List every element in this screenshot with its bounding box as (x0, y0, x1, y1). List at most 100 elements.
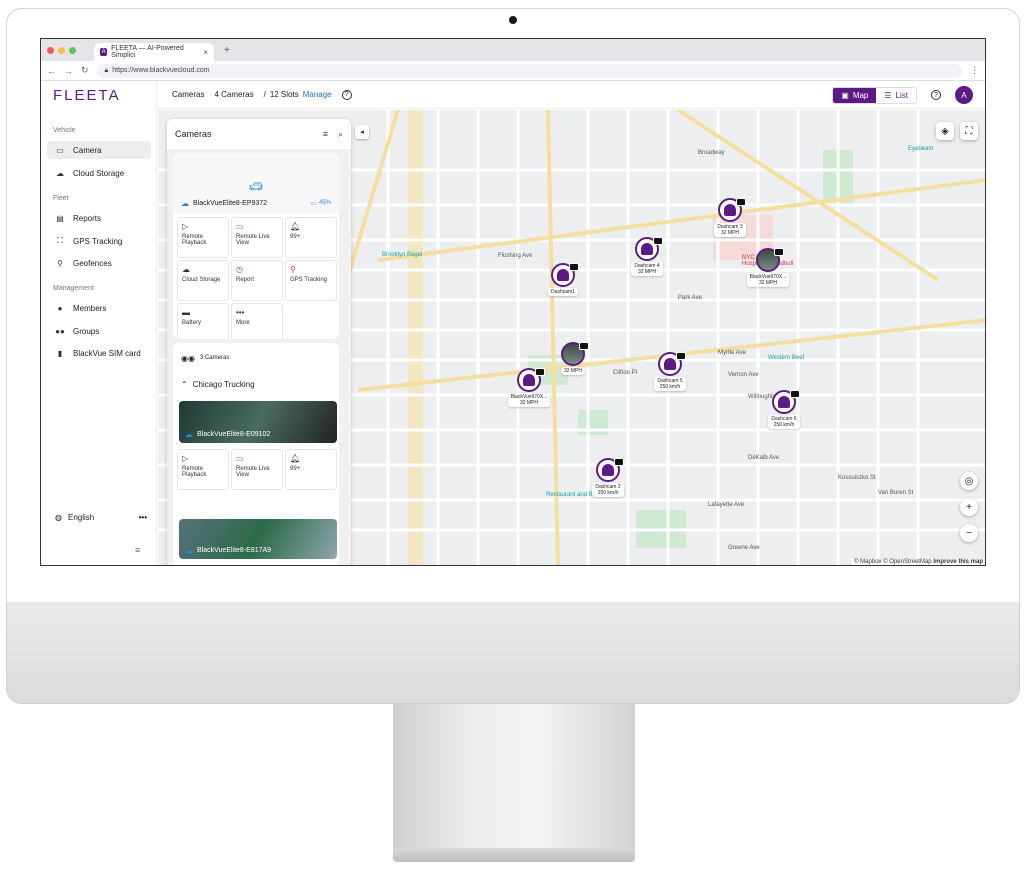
filter-icon[interactable]: ≡ (323, 129, 328, 140)
search-icon[interactable]: ⌕ (338, 129, 343, 140)
map-view-button[interactable]: ▣ Map (833, 88, 877, 103)
section-fleet: Fleet (53, 195, 69, 202)
sidebar-item-label: Cloud Storage (73, 168, 125, 178)
action-label: GPS Tracking (290, 277, 328, 283)
collapse-panel-icon[interactable]: ◂ (355, 125, 369, 139)
browser-menu-icon[interactable]: ⋮ (970, 65, 979, 76)
help-icon[interactable]: ? (341, 89, 352, 100)
camera-pin[interactable]: Dashcam1 (538, 263, 588, 296)
camera-pin[interactable]: BlackVue970X... 32 MPH (504, 368, 554, 407)
camera-icon (736, 198, 746, 206)
poi-label[interactable]: Eyebeam (908, 146, 933, 152)
list-view-button[interactable]: ☰ List (876, 88, 916, 103)
camera-card[interactable]: 🚙︎ ☁ BlackVueElite8-EP9372 ▭ 45% ▷ Remote … (173, 153, 339, 339)
attribution-text: © Mapbox © OpenStreetMap (854, 559, 932, 565)
sidebar-item-label: Geofences (73, 258, 112, 268)
sidebar-item-reports[interactable]: ▤ Reports (47, 209, 151, 227)
camera-pin[interactable]: Dashcam 3 32 MPH (705, 198, 755, 237)
group-title-row[interactable]: ⌃ Chicago Trucking (173, 373, 339, 395)
remote-playback-button[interactable]: ▷ Remote Playback (177, 449, 229, 490)
camera-icon (774, 248, 784, 256)
sidebar-item-camera[interactable]: ▭ Camera (47, 141, 151, 159)
bell-icon: 🔔︎ (290, 222, 301, 231)
member-icon: ● (57, 303, 63, 313)
poi-label[interactable]: Western Beef (768, 355, 804, 361)
camera-icon (790, 390, 800, 398)
camera-pin[interactable]: Dashcam 5 250 km/h (645, 352, 695, 391)
pin-head (772, 390, 800, 414)
more-icon[interactable]: ••• (139, 513, 147, 522)
view-toggle: ▣ Map ☰ List (832, 87, 917, 104)
new-tab-button[interactable]: + (224, 45, 230, 56)
remote-playback-button[interactable]: ▷ Remote Playback (177, 217, 229, 258)
camera-thumbnail[interactable]: ☁ BlackVueElite8-E09102 (179, 401, 337, 443)
more-icon: ••• (236, 308, 245, 317)
sidebar-item-geofences[interactable]: ⚲ Geofences (47, 254, 151, 272)
sidebar-item-gps-tracking[interactable]: ⛶ GPS Tracking (47, 232, 151, 250)
improve-map-link[interactable]: Improve this map (933, 559, 983, 565)
camera-pin[interactable]: BlackVue970X... 32 MPH (743, 248, 793, 287)
map-attribution[interactable]: © Mapbox © OpenStreetMap Improve this ma… (852, 559, 985, 565)
car-icon: 🚙︎ (249, 181, 263, 193)
gps-tracking-button[interactable]: ⚲ GPS Tracking (285, 260, 337, 301)
thumb-label: ☁ BlackVueElite8-E817A9 (185, 546, 271, 555)
pin-speed: 32 MPH (519, 400, 539, 406)
layers-icon[interactable]: ◈ (936, 122, 954, 140)
tab-close-icon[interactable]: × (203, 48, 208, 57)
camera-icon (614, 458, 624, 466)
avatar[interactable]: A (955, 86, 973, 104)
breadcrumb-root[interactable]: Cameras (172, 90, 204, 99)
camera-pin[interactable]: Dashcam 2 250 km/h (583, 458, 633, 497)
browser-tab[interactable]: A FLEETA — AI-Powered Simplici × (94, 43, 214, 61)
close-window-dot[interactable] (47, 46, 54, 54)
sidebar-item-cloud-storage[interactable]: ☁ Cloud Storage (47, 164, 151, 182)
back-icon[interactable]: ← (47, 66, 56, 76)
sidebar-item-members[interactable]: ● Members (47, 299, 151, 317)
camera-pin[interactable]: 32 MPH (548, 342, 598, 375)
reload-icon[interactable]: ↻ (81, 65, 89, 76)
forward-icon[interactable]: → (64, 66, 73, 76)
fullscreen-icon[interactable]: ⛶ (960, 122, 978, 140)
locate-icon[interactable]: ◎ (960, 472, 978, 490)
url-field[interactable]: 🔒︎ https://www.blackvuecloud.com (96, 63, 962, 78)
tab-title: FLEETA — AI-Powered Simplici (111, 45, 184, 59)
cloud-storage-button[interactable]: ☁ Cloud Storage (177, 260, 229, 301)
url-text: https://www.blackvuecloud.com (112, 67, 210, 74)
notifications-button[interactable]: 🔔︎ 99+ (285, 217, 337, 258)
more-button[interactable]: ••• More (231, 303, 283, 339)
action-label: Remote Live View (236, 234, 270, 246)
action-label: Remote Playback (182, 466, 207, 478)
battery-button[interactable]: ▬ Battery (177, 303, 229, 339)
play-icon: ▷ (182, 222, 189, 231)
remote-live-view-button[interactable]: ▭ Remote Live View (231, 449, 283, 490)
camera-pin[interactable]: Dashcam 6 250 km/h (759, 390, 809, 429)
sidebar-item-label: GPS Tracking (73, 236, 123, 246)
sidebar-item-groups[interactable]: ●● Groups (47, 322, 151, 340)
street-label: Koscuiszko St (838, 475, 876, 481)
camera-icon (535, 368, 545, 376)
remote-live-view-button[interactable]: ▭ Remote Live View (231, 217, 283, 258)
sidebar-item-sim-card[interactable]: ▮ BlackVue SIM card (47, 344, 151, 362)
fleeta-logo[interactable]: FLEETA (53, 87, 121, 104)
notifications-button[interactable]: 🔔︎ 99+ (285, 449, 337, 490)
pin-tag: BlackVue970X... 32 MPH (746, 273, 790, 287)
zoom-in-button[interactable]: + (960, 498, 978, 516)
address-bar: ← → ↻ 🔒︎ https://www.blackvuecloud.com ⋮ (41, 61, 985, 81)
report-button[interactable]: ◷ Report (231, 260, 283, 301)
maximize-window-dot[interactable] (69, 46, 76, 54)
minimize-window-dot[interactable] (58, 46, 65, 54)
collapse-sidebar-icon[interactable]: ≡ (135, 545, 140, 555)
webcam (509, 16, 517, 24)
poi-label[interactable]: Brooklyn Bagel (382, 252, 422, 258)
help-icon[interactable]: ? (931, 90, 941, 100)
camera-pin[interactable]: Dashcam 4 32 MPH (622, 237, 672, 276)
monitor-foot (393, 848, 635, 862)
cloud-icon: ☁ (185, 546, 193, 555)
street-label: Myrtle Ave (718, 350, 746, 356)
manage-link[interactable]: Manage (303, 90, 332, 99)
zoom-out-button[interactable]: − (960, 524, 978, 542)
camera-thumbnail[interactable]: ☁ BlackVueElite8-E817A9 (179, 519, 337, 559)
language-selector[interactable]: ◍ English ••• (55, 513, 147, 522)
pin-tag: BlackVue970X... 32 MPH (507, 393, 551, 407)
lock-icon: 🔒︎ (104, 66, 109, 74)
